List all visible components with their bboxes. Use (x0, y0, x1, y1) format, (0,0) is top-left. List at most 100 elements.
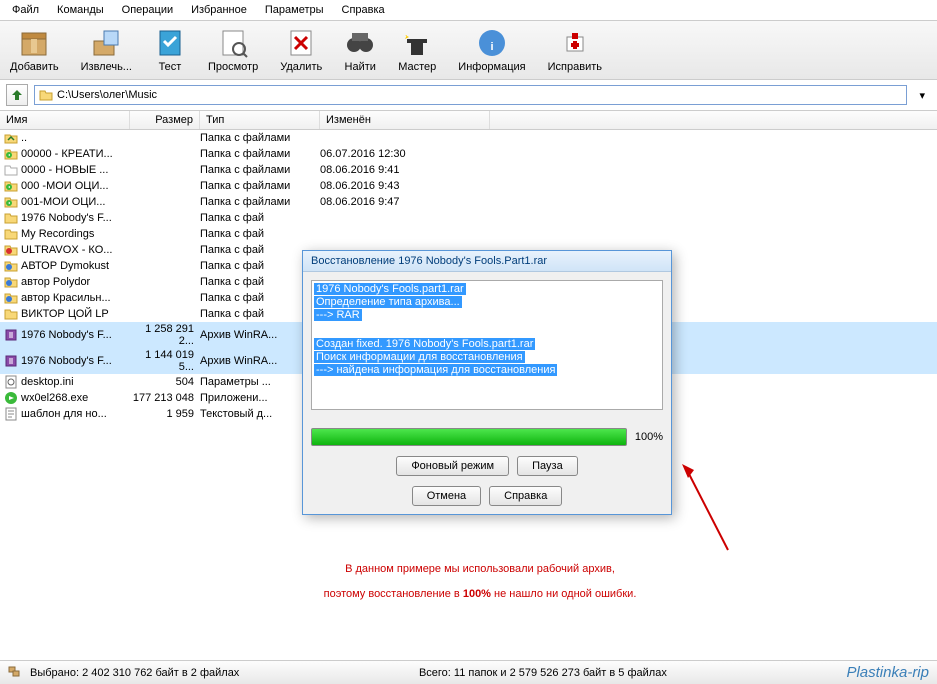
file-name: 1976 Nobody's F... (21, 329, 112, 341)
menu-params[interactable]: Параметры (257, 2, 332, 18)
path-field[interactable]: C:\Users\олег\Music (34, 85, 907, 105)
repair-icon (559, 27, 591, 59)
watermark: Plastinka-rip (846, 664, 929, 681)
file-name: шаблон для но... (21, 408, 107, 420)
selection-icon (8, 666, 24, 680)
file-size: 504 (130, 376, 200, 388)
extract-button[interactable]: Извлечь... (79, 25, 134, 75)
test-icon (154, 27, 186, 59)
repair-dialog: Восстановление 1976 Nobody's Fools.Part1… (302, 250, 672, 515)
file-name: 00000 - КРЕАТИ... (21, 148, 113, 160)
txt-icon (4, 407, 18, 421)
test-button[interactable]: Тест (152, 25, 188, 75)
col-modified[interactable]: Изменён (320, 111, 490, 129)
help-button[interactable]: Справка (489, 486, 562, 506)
file-name: 0000 - НОВЫЕ ... (21, 164, 108, 176)
menu-bar: Файл Команды Операции Избранное Параметр… (0, 0, 937, 21)
file-size: 1 258 291 2... (130, 323, 200, 347)
file-name: 1976 Nobody's F... (21, 355, 112, 367)
dropdown-chevron-icon[interactable]: ▾ (913, 89, 931, 102)
binoculars-icon (344, 27, 376, 59)
file-name: My Recordings (21, 228, 94, 240)
annotation-caption: В данном примере мы использовали рабочий… (80, 555, 880, 604)
file-name: АВТОР Dymokust (21, 260, 109, 272)
delete-icon (285, 27, 317, 59)
fold-icon (4, 211, 18, 225)
repair-button[interactable]: Исправить (546, 25, 604, 75)
fold-g-icon (4, 195, 18, 209)
column-headers: Имя Размер Тип Изменён (0, 111, 937, 130)
archive-add-icon (18, 27, 50, 59)
file-modified: 08.06.2016 9:43 (320, 180, 490, 192)
log-line: Поиск информации для восстановления (314, 351, 525, 363)
delete-button[interactable]: Удалить (278, 25, 324, 75)
file-size: 1 144 019 5... (130, 349, 200, 373)
file-name: wx0el268.exe (21, 392, 88, 404)
file-name: 000 -МОИ ОЦИ... (21, 180, 109, 192)
file-row[interactable]: 000 -МОИ ОЦИ...Папка с файлами08.06.2016… (0, 178, 937, 194)
log-line: ---> RAR (314, 309, 362, 321)
rar-icon (4, 328, 18, 342)
fold-g-icon (4, 147, 18, 161)
col-size[interactable]: Размер (130, 111, 200, 129)
file-type: Папка с файлами (200, 196, 320, 208)
status-right: Всего: 11 папок и 2 579 526 273 байт в 5… (419, 667, 667, 679)
file-name: 001-МОИ ОЦИ... (21, 196, 105, 208)
file-type: Папка с файлами (200, 164, 320, 176)
fold-icon (4, 307, 18, 321)
log-box: 1976 Nobody's Fools.part1.rarОпределение… (311, 280, 663, 410)
file-type: Папка с файлами (200, 132, 320, 144)
fold-icon (4, 227, 18, 241)
view-button[interactable]: Просмотр (206, 25, 260, 75)
file-row[interactable]: 1976 Nobody's F...Папка с фай (0, 210, 937, 226)
col-name[interactable]: Имя (0, 111, 130, 129)
file-type: Папка с файлами (200, 148, 320, 160)
log-line (314, 322, 318, 334)
file-modified: 08.06.2016 9:47 (320, 196, 490, 208)
info-button[interactable]: i Информация (456, 25, 527, 75)
cancel-button[interactable]: Отмена (412, 486, 481, 506)
fold-g-icon (4, 179, 18, 193)
file-name: ULTRAVOX - КО... (21, 244, 112, 256)
file-row[interactable]: 0000 - НОВЫЕ ...Папка с файлами08.06.201… (0, 162, 937, 178)
up-arrow-icon (10, 88, 24, 102)
status-left: Выбрано: 2 402 310 762 байт в 2 файлах (30, 667, 239, 679)
file-row[interactable]: My RecordingsПапка с фай (0, 226, 937, 242)
add-button[interactable]: Добавить (8, 25, 61, 75)
rar-icon (4, 354, 18, 368)
file-size: 177 213 048 (130, 392, 200, 404)
file-row[interactable]: 00000 - КРЕАТИ... Папка с файлами06.07.20… (0, 146, 937, 162)
menu-favorites[interactable]: Избранное (183, 2, 255, 18)
file-size: 1 959 (130, 408, 200, 420)
background-button[interactable]: Фоновый режим (396, 456, 509, 476)
extract-icon (90, 27, 122, 59)
file-name: автор Polydor (21, 276, 90, 288)
log-line: Определение типа архива... (314, 296, 462, 308)
col-type[interactable]: Тип (200, 111, 320, 129)
folder-icon (39, 88, 53, 102)
view-icon (217, 27, 249, 59)
find-button[interactable]: Найти (342, 25, 378, 75)
wizard-button[interactable]: Мастер (396, 25, 438, 75)
path-text: C:\Users\олег\Music (57, 89, 157, 101)
pause-button[interactable]: Пауза (517, 456, 578, 476)
up-icon (4, 131, 18, 145)
status-bar: Выбрано: 2 402 310 762 байт в 2 файлах В… (0, 660, 937, 684)
menu-help[interactable]: Справка (334, 2, 393, 18)
fold-w-icon (4, 163, 18, 177)
file-row[interactable]: .. Папка с файлами (0, 130, 937, 146)
fold-b-icon (4, 275, 18, 289)
file-type: Папка с фай (200, 212, 320, 224)
svg-text:i: i (490, 41, 493, 53)
file-name: .. (21, 132, 27, 144)
menu-commands[interactable]: Команды (49, 2, 112, 18)
address-bar: C:\Users\олег\Music ▾ (0, 80, 937, 111)
log-line: 1976 Nobody's Fools.part1.rar (314, 283, 466, 295)
log-line: Создан fixed. 1976 Nobody's Fools.part1.… (314, 338, 535, 350)
fold-b-icon (4, 259, 18, 273)
menu-file[interactable]: Файл (4, 2, 47, 18)
menu-operations[interactable]: Операции (114, 2, 181, 18)
file-modified: 06.07.2016 12:30 (320, 148, 490, 160)
file-row[interactable]: 001-МОИ ОЦИ... Папка с файлами08.06.2016 … (0, 194, 937, 210)
up-button[interactable] (6, 84, 28, 106)
